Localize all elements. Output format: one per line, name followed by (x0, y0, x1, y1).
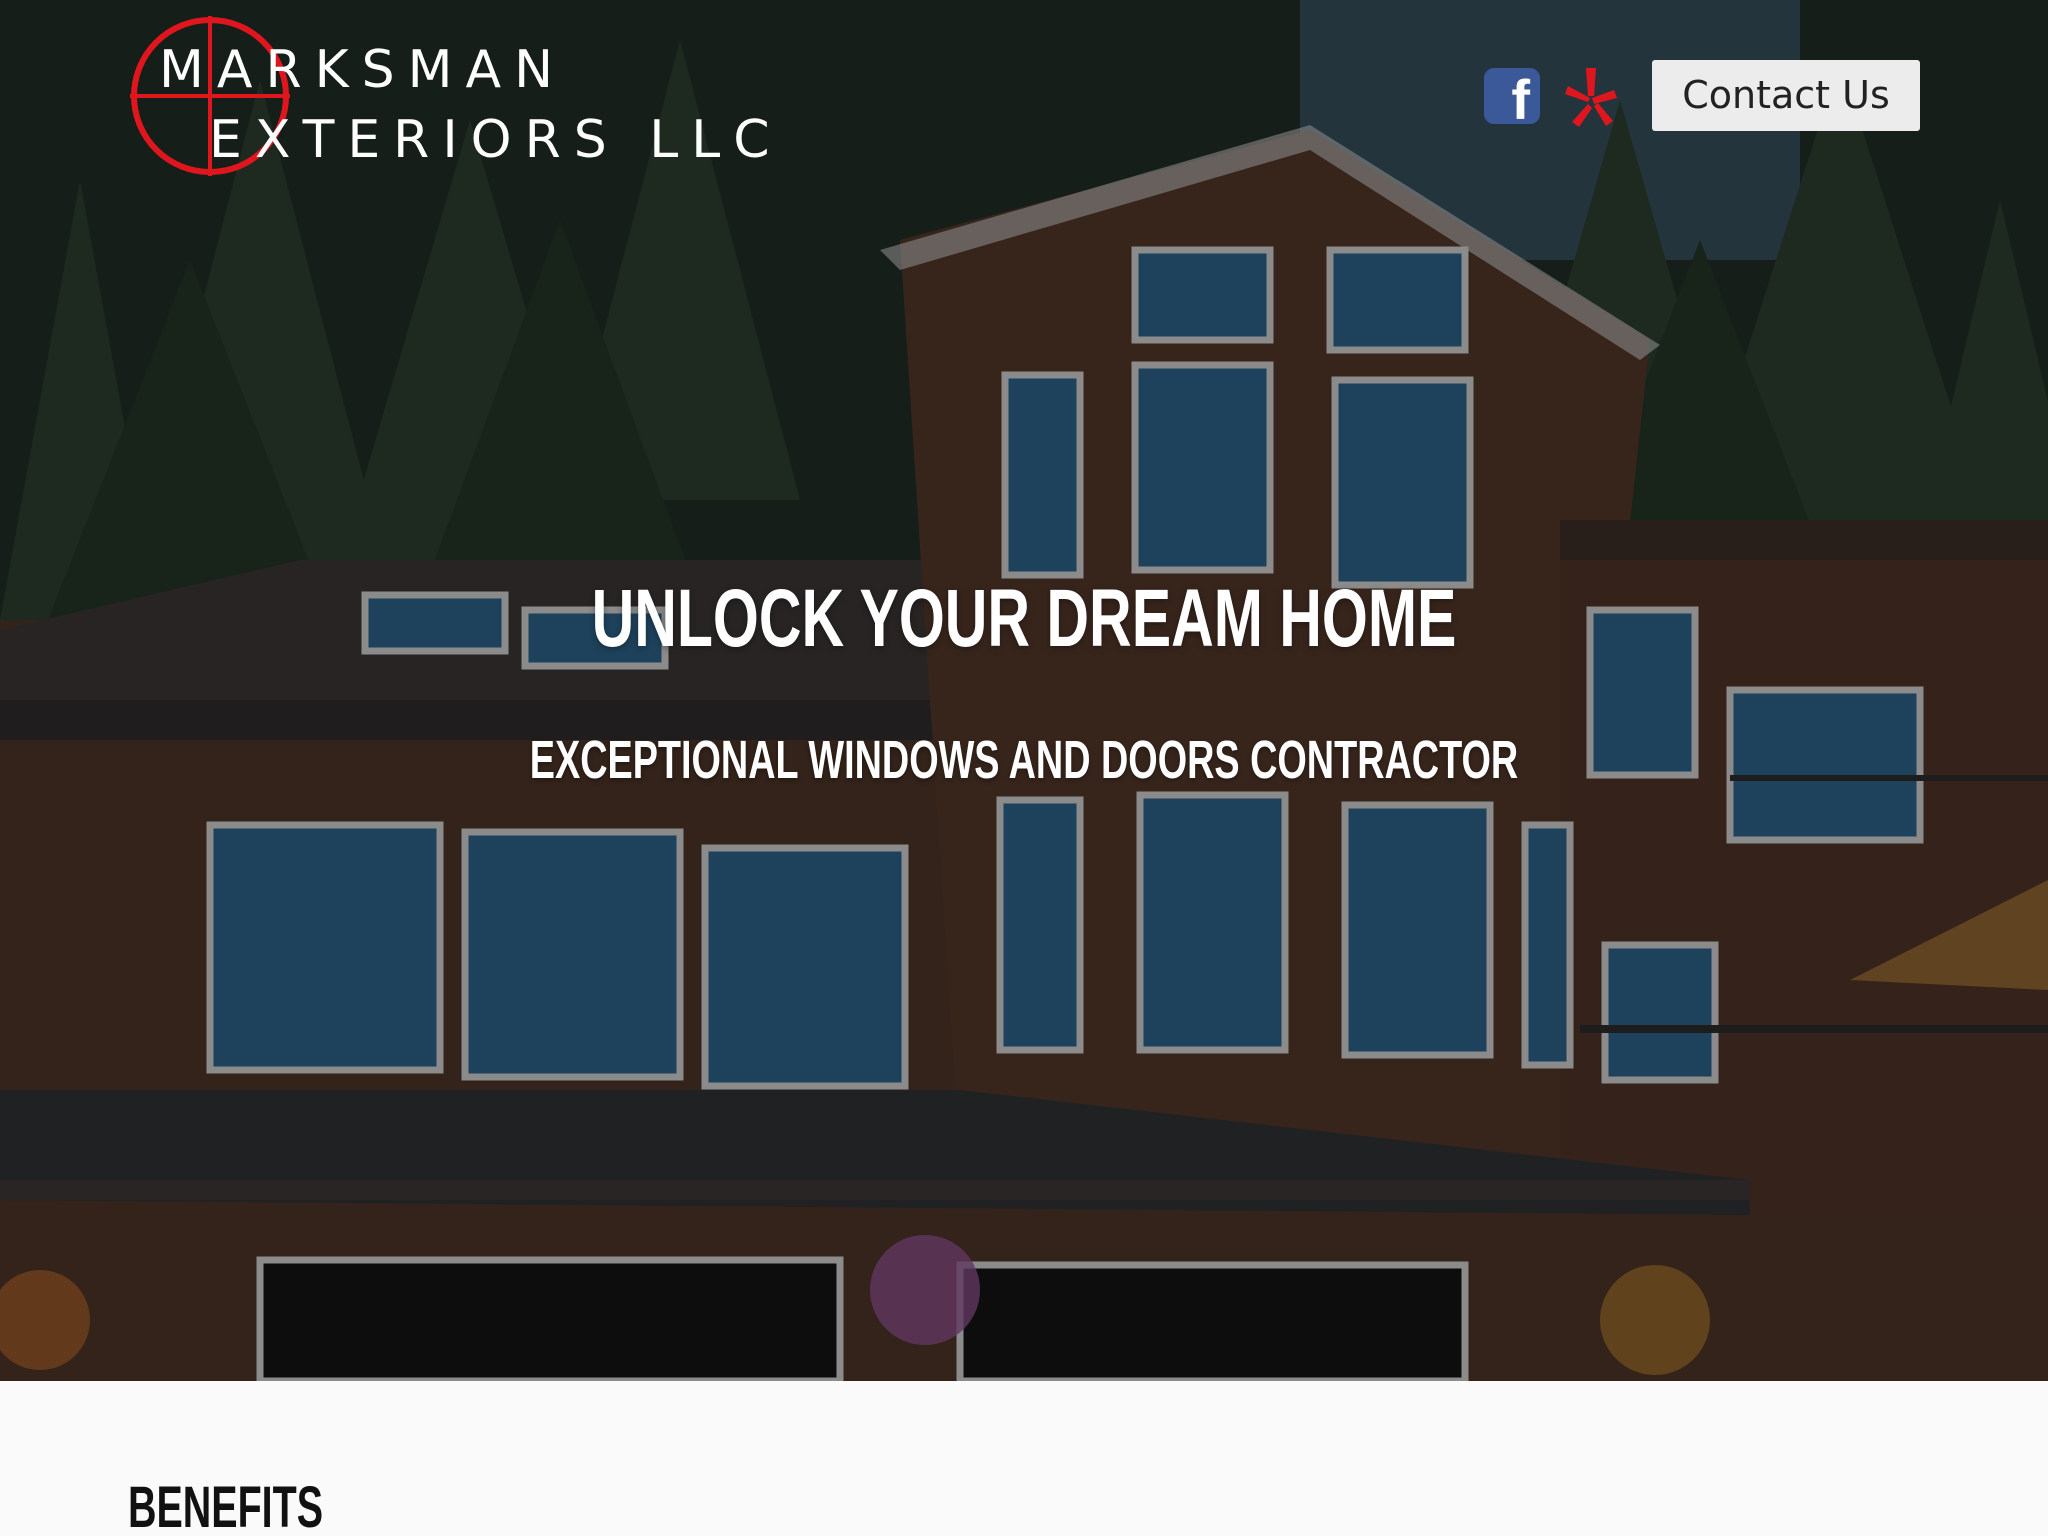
page: MARKSMAN EXTERIORS LLC f Contact Us UNLO… (0, 0, 2048, 1536)
logo-text-line1: MARKSMAN (159, 40, 567, 100)
hero-title: UNLOCK YOUR DREAM HOME (591, 573, 1457, 664)
company-logo[interactable]: MARKSMAN EXTERIORS LLC (125, 14, 825, 184)
facebook-glyph: f (1511, 68, 1530, 131)
facebook-icon[interactable]: f (1484, 68, 1540, 128)
hero-section (0, 0, 2048, 1381)
contact-us-button[interactable]: Contact Us (1652, 60, 1920, 131)
benefits-section: BENEFITS (0, 1381, 2048, 1536)
yelp-icon[interactable] (1562, 66, 1618, 128)
hero-subtitle: EXCEPTIONAL WINDOWS AND DOORS CONTRACTOR (529, 730, 1519, 790)
hero-overlay (0, 0, 2048, 1381)
benefits-heading: BENEFITS (128, 1475, 324, 1536)
logo-text-line2: EXTERIORS LLC (209, 110, 783, 170)
